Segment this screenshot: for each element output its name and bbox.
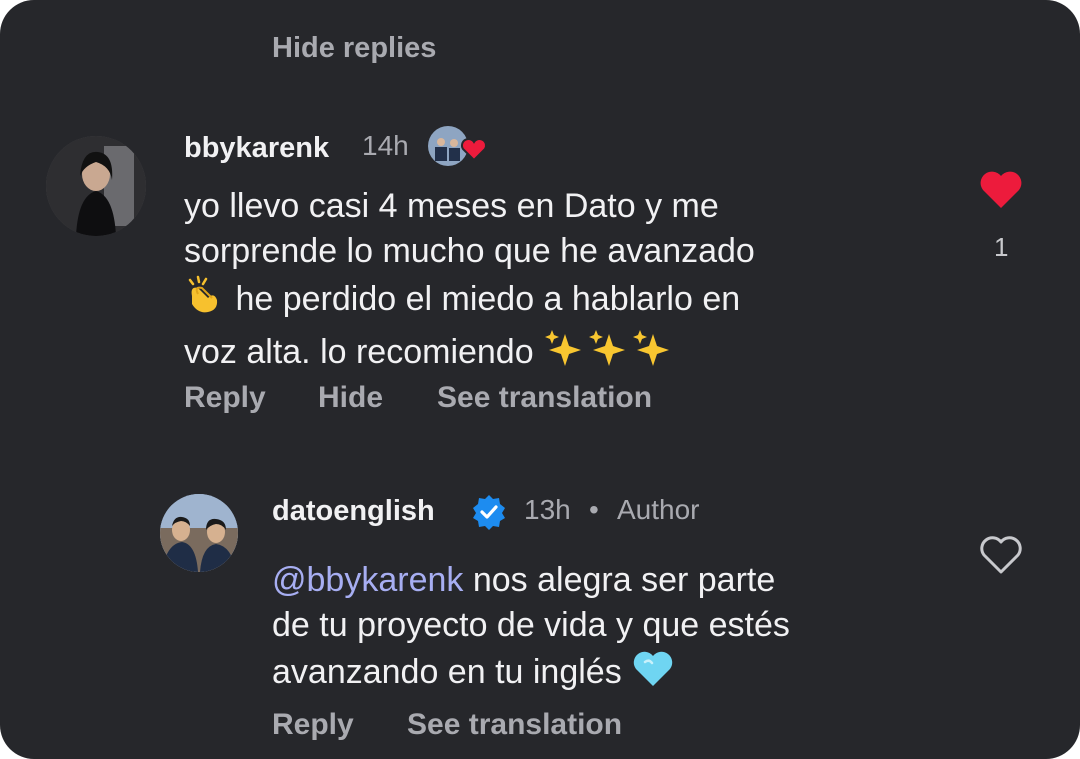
comment-username[interactable]: bbykarenk <box>184 132 329 165</box>
hide-button[interactable]: Hide <box>318 381 383 415</box>
clapping-hands-icon <box>184 274 226 328</box>
heart-icon <box>460 137 488 162</box>
reply-username[interactable]: datoenglish <box>272 495 435 528</box>
comment-time: 14h <box>362 130 409 161</box>
verified-badge-icon <box>470 493 508 531</box>
sparkles-icon <box>587 328 631 380</box>
reply-button[interactable]: Reply <box>184 381 266 415</box>
like-button[interactable] <box>978 168 1024 210</box>
sparkles-icon <box>543 328 587 380</box>
like-button[interactable] <box>978 534 1024 576</box>
reply-time: 13h <box>524 494 571 525</box>
avatar[interactable] <box>160 494 238 572</box>
sparkles-icon <box>631 328 675 380</box>
author-badge: Author <box>617 494 700 525</box>
reply-button[interactable]: Reply <box>272 708 354 742</box>
mention-link[interactable]: @bbykarenk <box>272 561 463 599</box>
author-liked-indicator <box>426 124 490 168</box>
avatar[interactable] <box>46 136 146 236</box>
comment-text: yo llevo casi 4 meses en Dato y me sorpr… <box>184 184 944 380</box>
light-blue-heart-icon <box>631 648 675 700</box>
see-translation-button[interactable]: See translation <box>407 708 622 742</box>
heart-filled-icon <box>980 171 1022 208</box>
hide-replies-button[interactable]: Hide replies <box>272 32 436 65</box>
dot-separator: • <box>589 494 599 525</box>
like-count: 1 <box>994 232 1009 262</box>
see-translation-button[interactable]: See translation <box>437 381 652 415</box>
reply-text: @bbykarenk nos alegra ser parte de tu pr… <box>272 558 932 700</box>
heart-outline-icon <box>980 536 1022 574</box>
comments-panel: Hide replies bbykarenk 14h yo llevo casi… <box>0 0 1080 759</box>
